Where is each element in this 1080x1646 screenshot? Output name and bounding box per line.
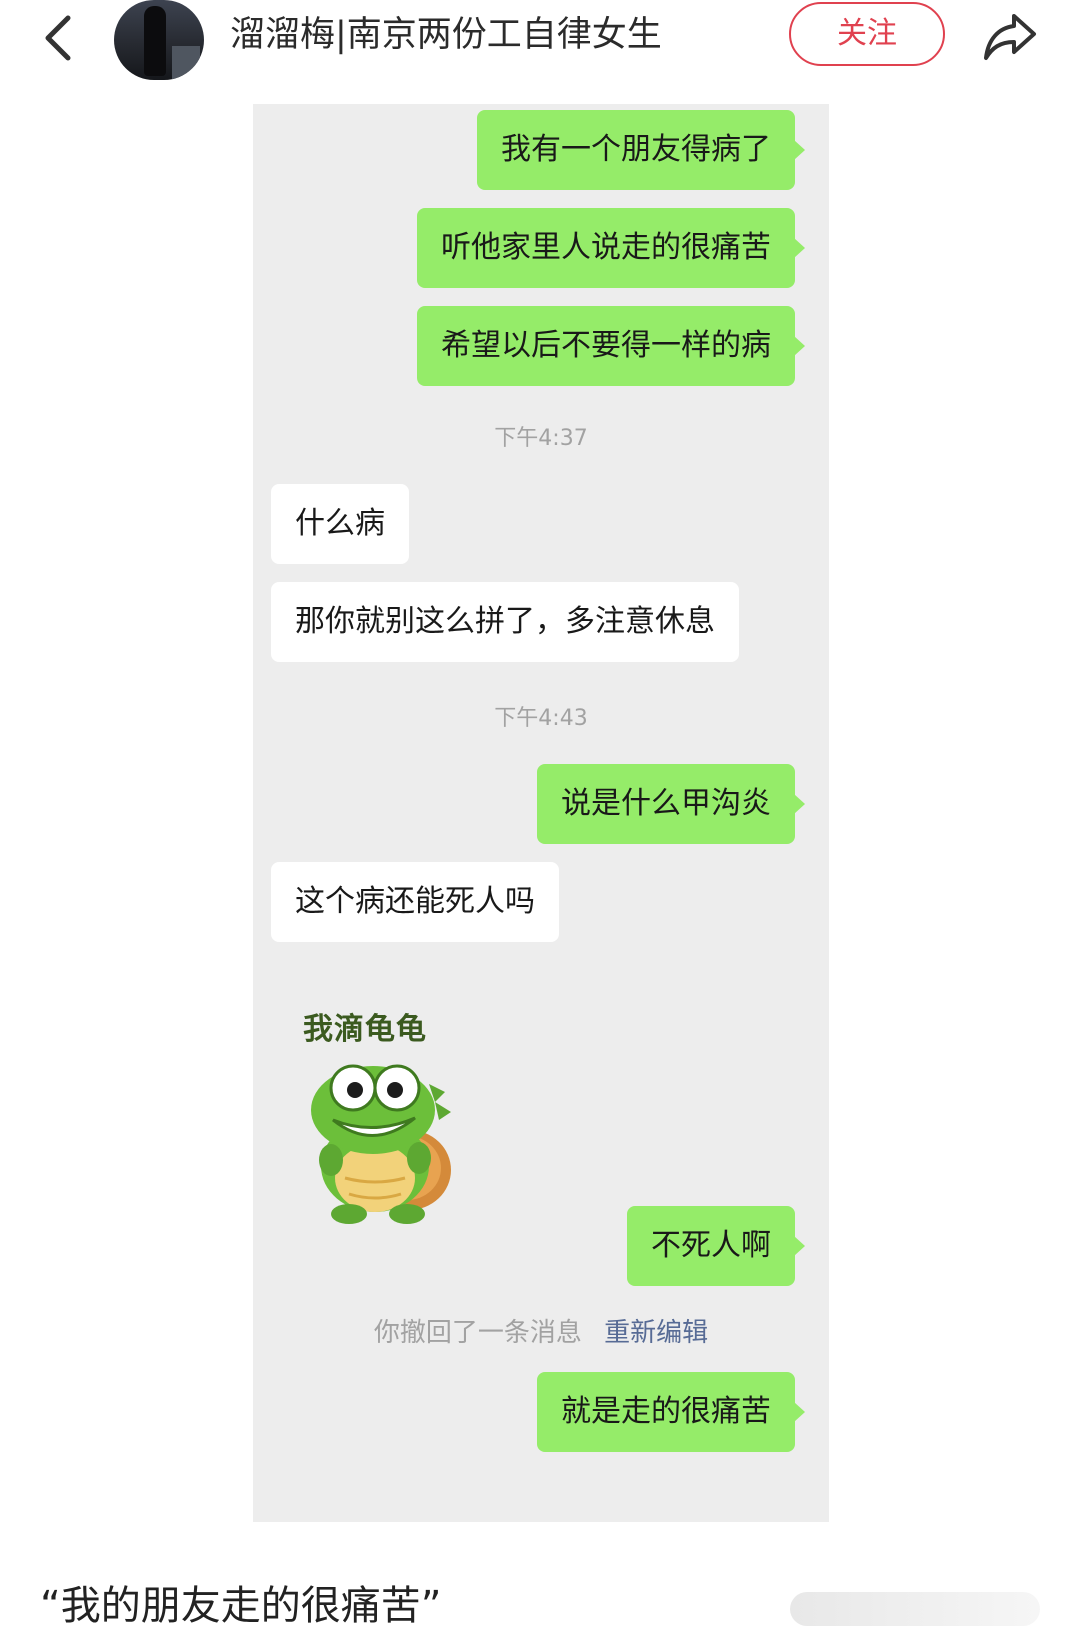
author-avatar[interactable] [114,0,204,80]
chat-timestamp: 下午4:37 [494,426,588,451]
chat-bubble-sent: 希望以后不要得一样的病 [417,306,805,386]
chat-bubble-sent: 说是什么甲沟炎 [537,764,805,844]
chat-bubble-sent: 我有一个朋友得病了 [477,110,805,190]
comment-placeholder[interactable] [790,1592,1040,1626]
chat-bubble-received: 这个病还能死人吗 [271,862,559,942]
re-edit-link[interactable]: 重新编辑 [604,1318,708,1348]
follow-button[interactable]: 关注 [789,2,945,66]
share-icon[interactable] [980,6,1040,66]
post-title: “我的朋友走的很痛苦” [40,1583,442,1629]
chat-bubble-sent: 听他家里人说走的很痛苦 [417,208,805,288]
recall-text: 你撤回了一条消息 [373,1318,582,1348]
chat-bubble-sent: 就是走的很痛苦 [537,1372,805,1452]
top-bar: 溜溜梅|南京两份工自律女生 关注 [0,0,1080,90]
back-icon[interactable] [36,8,84,68]
recall-notice: 你撤回了一条消息 重新编辑 [253,1312,829,1349]
author-name[interactable]: 溜溜梅|南京两份工自律女生 [230,10,662,60]
chat-bubble-received: 什么病 [271,484,409,564]
turtle-sticker: 我滴龟龟 [289,1002,479,1232]
chat-bubble-sent: 不死人啊 [627,1206,805,1286]
chat-timestamp: 下午4:43 [494,706,588,731]
chat-screenshot: 我有一个朋友得病了 听他家里人说走的很痛苦 希望以后不要得一样的病 下午4:37… [253,104,829,1522]
chat-bubble-received: 那你就别这么拼了，多注意休息 [271,582,739,662]
